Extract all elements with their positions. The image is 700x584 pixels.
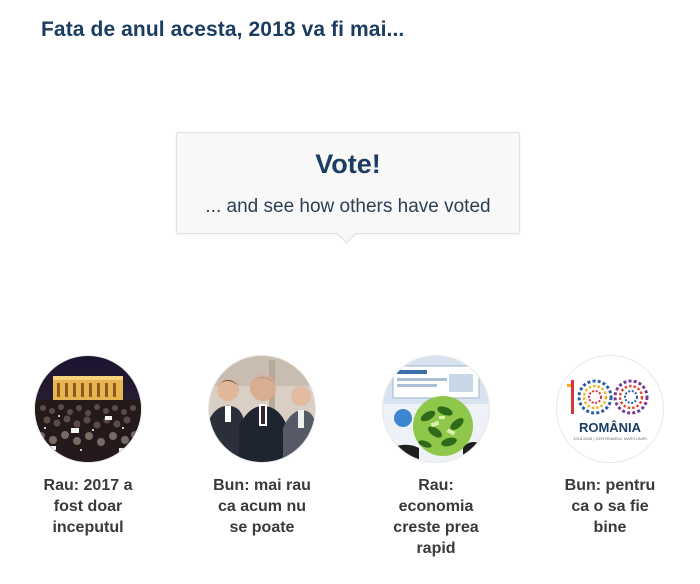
money-plant-image[interactable]	[382, 355, 490, 463]
poll-page: Fata de anul acesta, 2018 va fi mai... V…	[0, 0, 700, 584]
vote-callout: Vote! ... and see how others have voted	[176, 132, 520, 234]
poll-option-3[interactable]: Rau: economia creste prea rapid	[361, 355, 511, 559]
logo-tagline: 1918-2018 | CENTENARUL MARII UNIRI	[573, 436, 647, 441]
option-label[interactable]: Bun: mai rau ca acum nu se poate	[208, 475, 316, 538]
poll-option-1[interactable]: Rau: 2017 a fost doar inceputul	[13, 355, 163, 538]
protest-crowd-image[interactable]	[34, 355, 142, 463]
option-label[interactable]: Rau: 2017 a fost doar inceputul	[34, 475, 142, 538]
vote-subtext: ... and see how others have voted	[205, 196, 491, 217]
poll-question: Fata de anul acesta, 2018 va fi mai...	[41, 18, 405, 41]
politicians-image[interactable]	[208, 355, 316, 463]
vote-heading: Vote!	[315, 149, 381, 179]
poll-option-4[interactable]: ROMÂNIA 1918-2018 | CENTENARUL MARII UNI…	[535, 355, 685, 538]
option-label[interactable]: Rau: economia creste prea rapid	[382, 475, 490, 559]
logo-text: ROMÂNIA	[579, 420, 642, 435]
romania-100-logo-image[interactable]: ROMÂNIA 1918-2018 | CENTENARUL MARII UNI…	[556, 355, 664, 463]
poll-option-2[interactable]: Bun: mai rau ca acum nu se poate	[187, 355, 337, 538]
option-label[interactable]: Bun: pentru ca o sa fie bine	[556, 475, 664, 538]
